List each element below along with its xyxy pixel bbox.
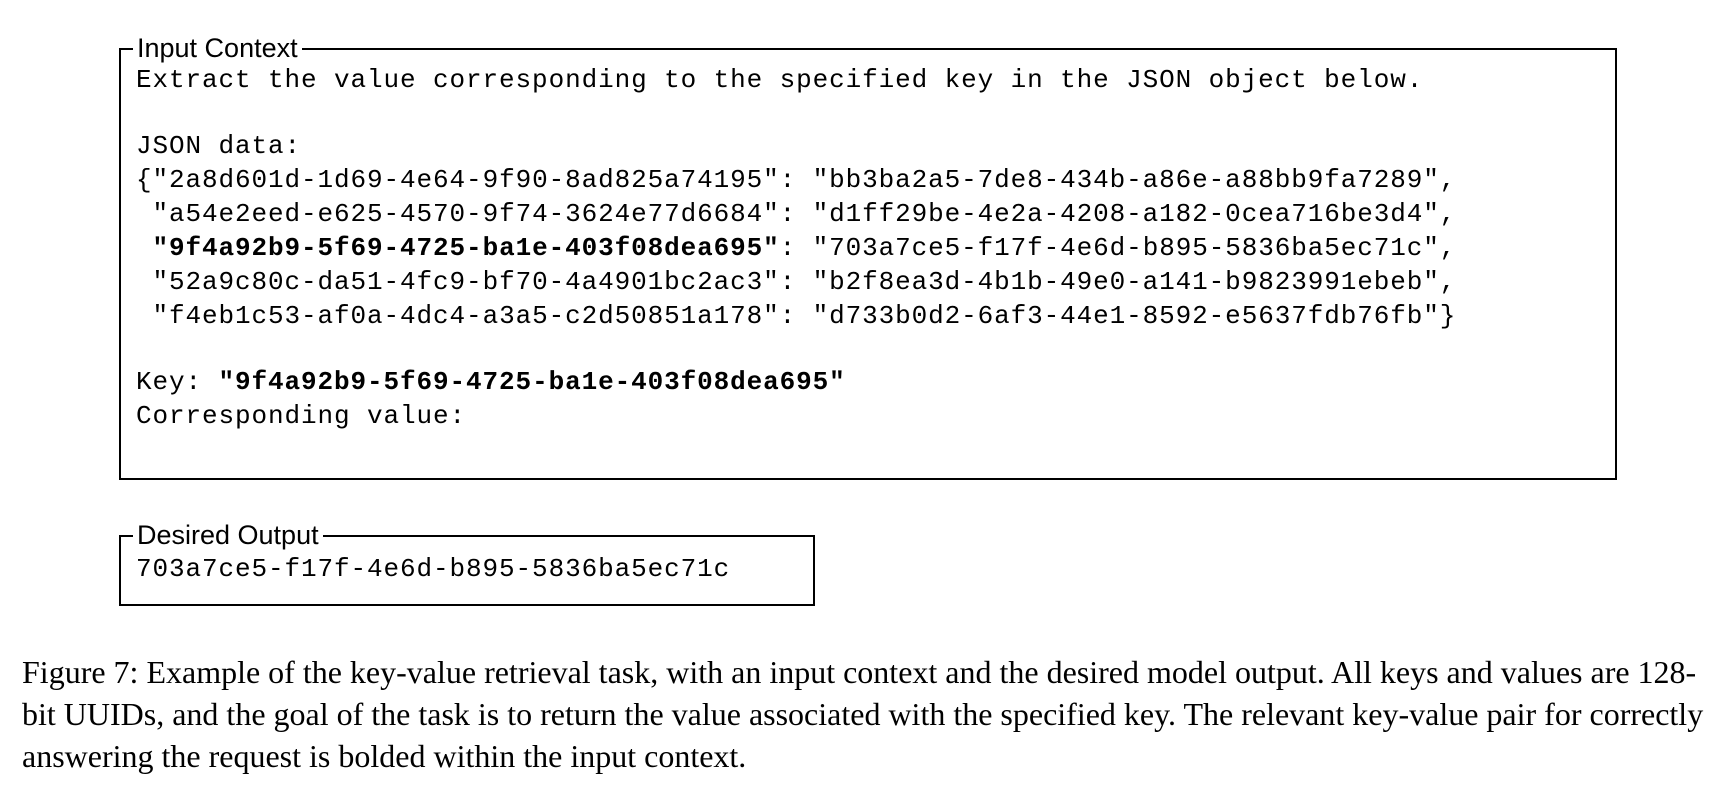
json-value: bb3ba2a5-7de8-434b-a86e-a88bb9fa7289 bbox=[829, 165, 1424, 195]
desired-output-value: 703a7ce5-f17f-4e6d-b895-5836ba5ec71c bbox=[136, 554, 731, 584]
desired-output-label: Desired Output bbox=[133, 518, 323, 552]
json-row-highlighted: "9f4a92b9-5f69-4725-ba1e-403f08dea695": … bbox=[136, 233, 1457, 263]
instruction-text: Extract the value corresponding to the s… bbox=[136, 65, 1424, 95]
json-key: f4eb1c53-af0a-4dc4-a3a5-c2d50851a178 bbox=[169, 301, 764, 331]
json-key: 52a9c80c-da51-4fc9-bf70-4a4901bc2ac3 bbox=[169, 267, 764, 297]
answer-label: Corresponding value: bbox=[136, 401, 467, 431]
json-key-bold: 9f4a92b9-5f69-4725-ba1e-403f08dea695 bbox=[169, 233, 764, 263]
json-value: d733b0d2-6af3-44e1-8592-e5637fdb76fb bbox=[829, 301, 1424, 331]
json-row: "a54e2eed-e625-4570-9f74-3624e77d6684": … bbox=[136, 199, 1457, 229]
json-row: "52a9c80c-da51-4fc9-bf70-4a4901bc2ac3": … bbox=[136, 267, 1457, 297]
json-key: 2a8d601d-1d69-4e64-9f90-8ad825a74195 bbox=[169, 165, 764, 195]
json-row: "f4eb1c53-af0a-4dc4-a3a5-c2d50851a178": … bbox=[136, 301, 1457, 331]
json-header: JSON data: bbox=[136, 131, 302, 161]
json-value: d1ff29be-4e2a-4208-a182-0cea716be3d4 bbox=[829, 199, 1424, 229]
json-value: b2f8ea3d-4b1b-49e0-a141-b9823991ebeb bbox=[829, 267, 1424, 297]
desired-output-box: Desired Output 703a7ce5-f17f-4e6d-b895-5… bbox=[119, 518, 815, 606]
key-label: Key: bbox=[136, 367, 219, 397]
input-context-label: Input Context bbox=[133, 31, 302, 65]
key-value: "9f4a92b9-5f69-4725-ba1e-403f08dea695" bbox=[218, 367, 846, 397]
key-line: Key: "9f4a92b9-5f69-4725-ba1e-403f08dea6… bbox=[136, 364, 846, 400]
json-value: 703a7ce5-f17f-4e6d-b895-5836ba5ec71c bbox=[829, 233, 1424, 263]
figure-caption: Figure 7: Example of the key-value retri… bbox=[22, 654, 1704, 774]
input-context-box: Input Context Extract the value correspo… bbox=[119, 31, 1617, 480]
json-key: a54e2eed-e625-4570-9f74-3624e77d6684 bbox=[169, 199, 764, 229]
json-row: {"2a8d601d-1d69-4e64-9f90-8ad825a74195":… bbox=[136, 165, 1457, 195]
